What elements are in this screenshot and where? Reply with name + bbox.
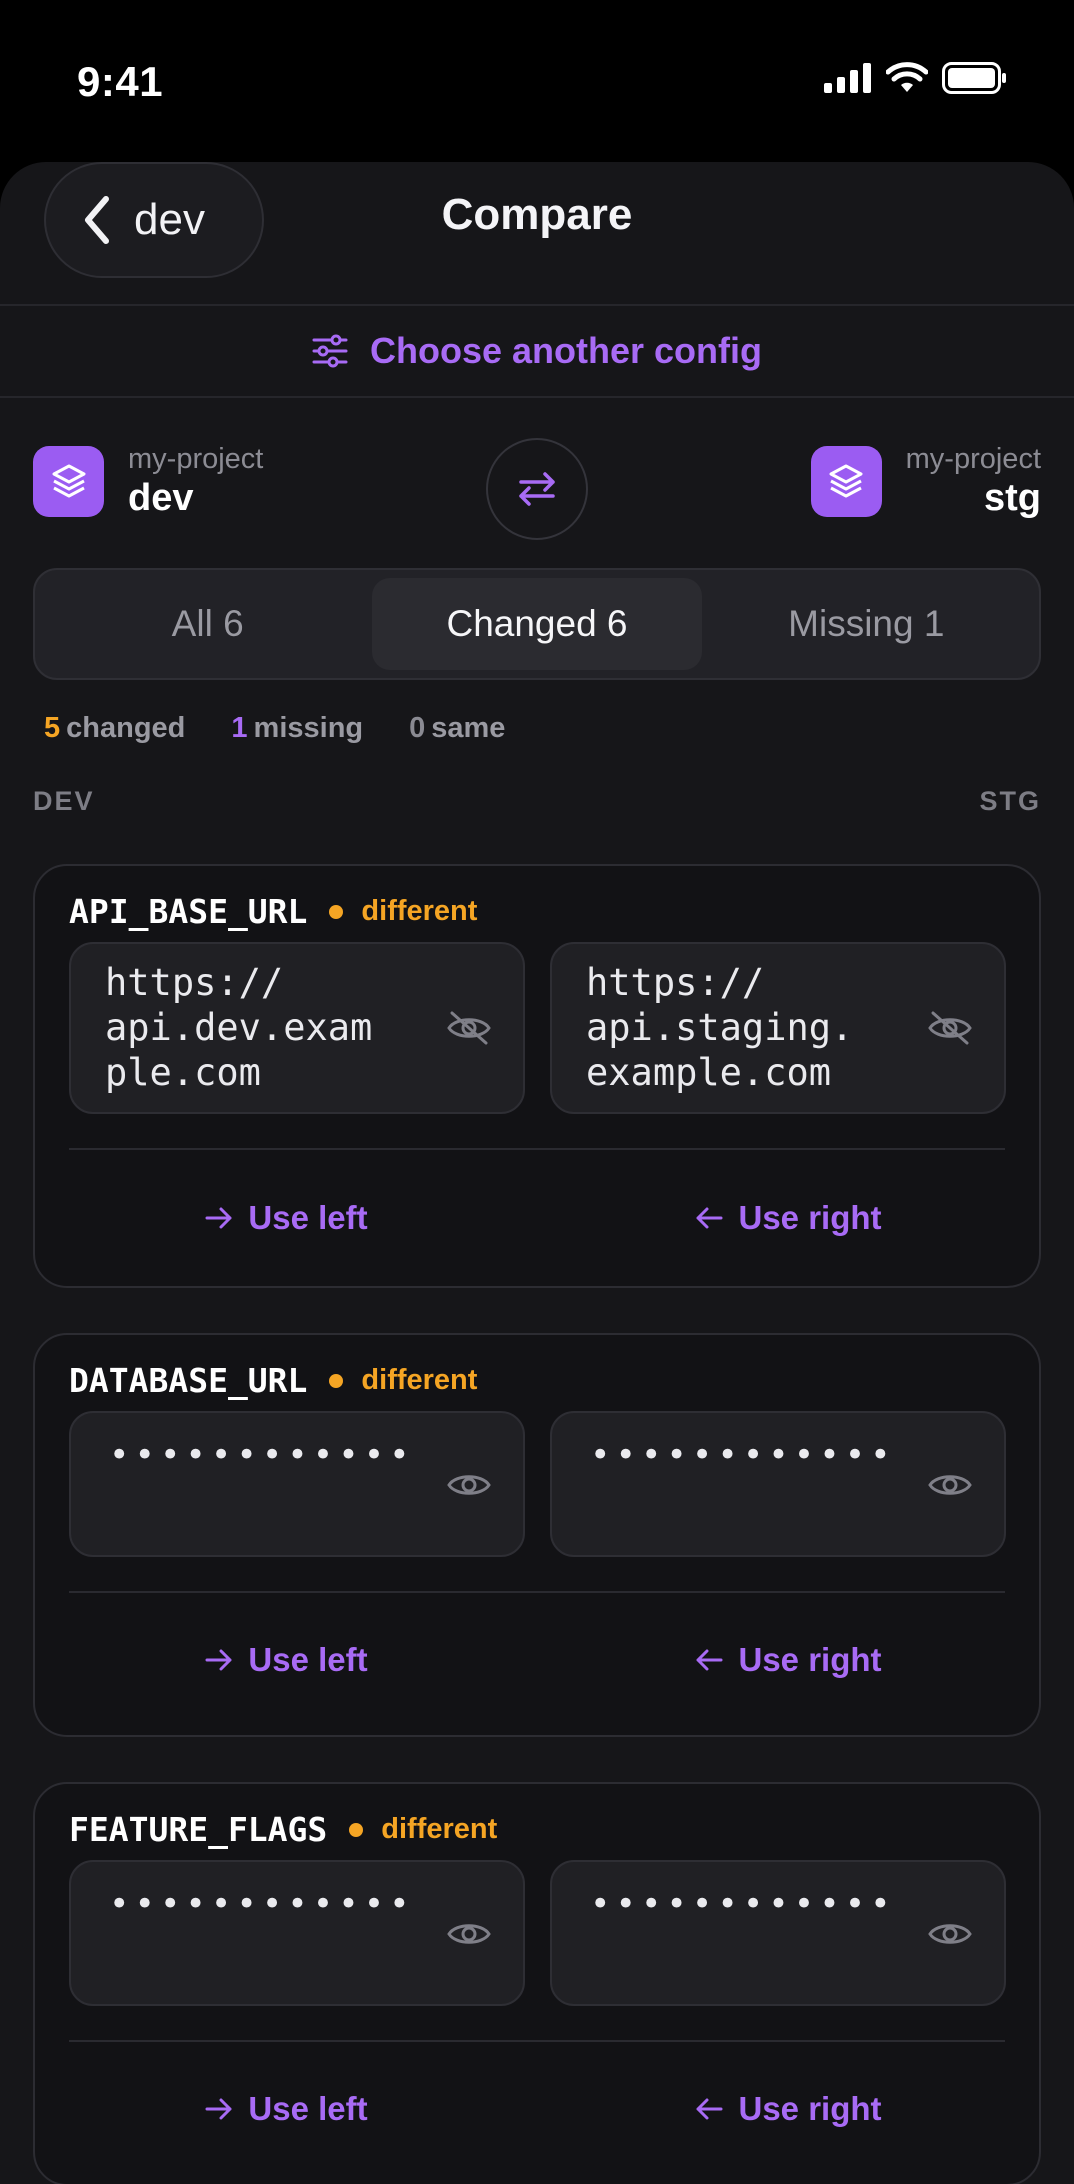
arrow-right-icon (205, 1649, 232, 1671)
arrow-right-icon (205, 1207, 232, 1229)
missing-count: 1 (231, 712, 248, 744)
tab-all[interactable]: All 6 (43, 578, 372, 670)
tab-changed[interactable]: Changed 6 (372, 578, 702, 670)
right-env-project: my-project (905, 443, 1041, 475)
diff-card: API_BASE_URL different https:// api.dev.… (33, 864, 1041, 1288)
card-actions: Use left Use right (35, 1593, 1039, 1727)
left-value-masked: •••••••••••• (109, 1435, 415, 1475)
layers-icon (33, 445, 104, 517)
summary-changed: 5 changed (44, 712, 185, 745)
status-time: 9:41 (77, 58, 164, 105)
use-right-label: Use right (738, 1199, 882, 1236)
card-actions: Use left Use right (35, 2042, 1039, 2176)
config-key: API_BASE_URL (69, 892, 308, 931)
right-value-box[interactable]: •••••••••••• (550, 1860, 1006, 2006)
eye-icon[interactable] (926, 1465, 974, 1505)
status-dot (349, 1822, 364, 1837)
use-right-label: Use right (738, 2090, 882, 2127)
choose-config-label: Choose another config (369, 330, 762, 371)
left-value: https:// api.dev.exam ple.com (105, 961, 373, 1094)
diff-summary: 5 changed 1 missing 0 same (44, 712, 505, 745)
arrow-left-icon (696, 1207, 723, 1229)
use-right-label: Use right (738, 1641, 882, 1678)
layers-icon (810, 445, 882, 517)
eye-off-icon[interactable] (445, 1008, 493, 1048)
right-value-box[interactable]: •••••••••••• (550, 1411, 1006, 1557)
sliders-icon (312, 334, 348, 368)
eye-icon[interactable] (445, 1465, 493, 1505)
arrow-left-icon (696, 1649, 723, 1671)
wifi-icon (886, 62, 928, 92)
diff-list: API_BASE_URL different https:// api.dev.… (33, 864, 1041, 2184)
use-right-button[interactable]: Use right (537, 2042, 1039, 2176)
use-left-label: Use left (248, 2090, 368, 2127)
swap-button[interactable] (486, 438, 588, 540)
use-left-button[interactable]: Use left (35, 1593, 537, 1727)
status-badge: different (361, 1364, 478, 1396)
left-value-box[interactable]: •••••••••••• (69, 1860, 525, 2006)
nav-bar: dev Compare (0, 162, 1074, 306)
right-value: https:// api.staging. example.com (586, 961, 854, 1094)
eye-icon[interactable] (445, 1914, 493, 1954)
use-left-button[interactable]: Use left (35, 2042, 537, 2176)
eye-off-icon[interactable] (926, 1008, 974, 1048)
left-value-masked: •••••••••••• (109, 1884, 415, 1924)
arrow-left-icon (696, 2098, 723, 2120)
status-dot (329, 904, 344, 919)
summary-missing: 1 missing (231, 712, 363, 745)
tab-missing[interactable]: Missing 1 (702, 578, 1031, 670)
changed-label: changed (66, 712, 186, 744)
use-left-label: Use left (248, 1199, 368, 1236)
battery-icon (942, 62, 1006, 94)
eye-icon[interactable] (926, 1914, 974, 1954)
right-value-masked: •••••••••••• (590, 1884, 896, 1924)
use-left-label: Use left (248, 1641, 368, 1678)
right-env-name: stg (984, 476, 1041, 519)
changed-count: 5 (44, 712, 61, 744)
column-labels: DEV STG (33, 786, 1041, 817)
status-bar: 9:41 (0, 0, 1074, 165)
summary-same: 0 same (409, 712, 505, 745)
column-label-right: STG (979, 786, 1041, 816)
column-label-left: DEV (33, 786, 95, 816)
status-badge: different (381, 1813, 498, 1845)
env-row: my-project dev my-project stg (0, 398, 1074, 562)
left-value-box[interactable]: •••••••••••• (69, 1411, 525, 1557)
choose-config-button[interactable]: Choose another config (0, 306, 1074, 398)
left-env-name: dev (128, 476, 194, 519)
right-env[interactable]: my-project stg (810, 442, 1041, 520)
same-label: same (431, 712, 506, 744)
right-value-masked: •••••••••••• (590, 1435, 896, 1475)
status-dot (329, 1373, 344, 1388)
diff-card: FEATURE_FLAGS different •••••••••••• •••… (33, 1782, 1041, 2184)
diff-card: DATABASE_URL different •••••••••••• ••••… (33, 1333, 1041, 1737)
page-title: Compare (441, 190, 633, 239)
right-value-box[interactable]: https:// api.staging. example.com (550, 942, 1006, 1114)
missing-label: missing (253, 712, 364, 744)
use-right-button[interactable]: Use right (537, 1593, 1039, 1727)
use-right-button[interactable]: Use right (537, 1150, 1039, 1286)
swap-arrows-icon (519, 472, 555, 506)
left-value-box[interactable]: https:// api.dev.exam ple.com (69, 942, 525, 1114)
card-actions: Use left Use right (35, 1150, 1039, 1286)
filter-tabs: All 6 Changed 6 Missing 1 (33, 568, 1041, 680)
same-count: 0 (409, 712, 426, 744)
config-key: FEATURE_FLAGS (69, 1810, 328, 1849)
arrow-right-icon (205, 2098, 232, 2120)
signal-icon (824, 63, 871, 93)
left-env-project: my-project (128, 443, 264, 475)
left-env[interactable]: my-project dev (33, 442, 263, 520)
status-icons (824, 58, 1008, 98)
use-left-button[interactable]: Use left (35, 1150, 537, 1286)
config-key: DATABASE_URL (69, 1361, 308, 1400)
status-badge: different (361, 895, 478, 927)
